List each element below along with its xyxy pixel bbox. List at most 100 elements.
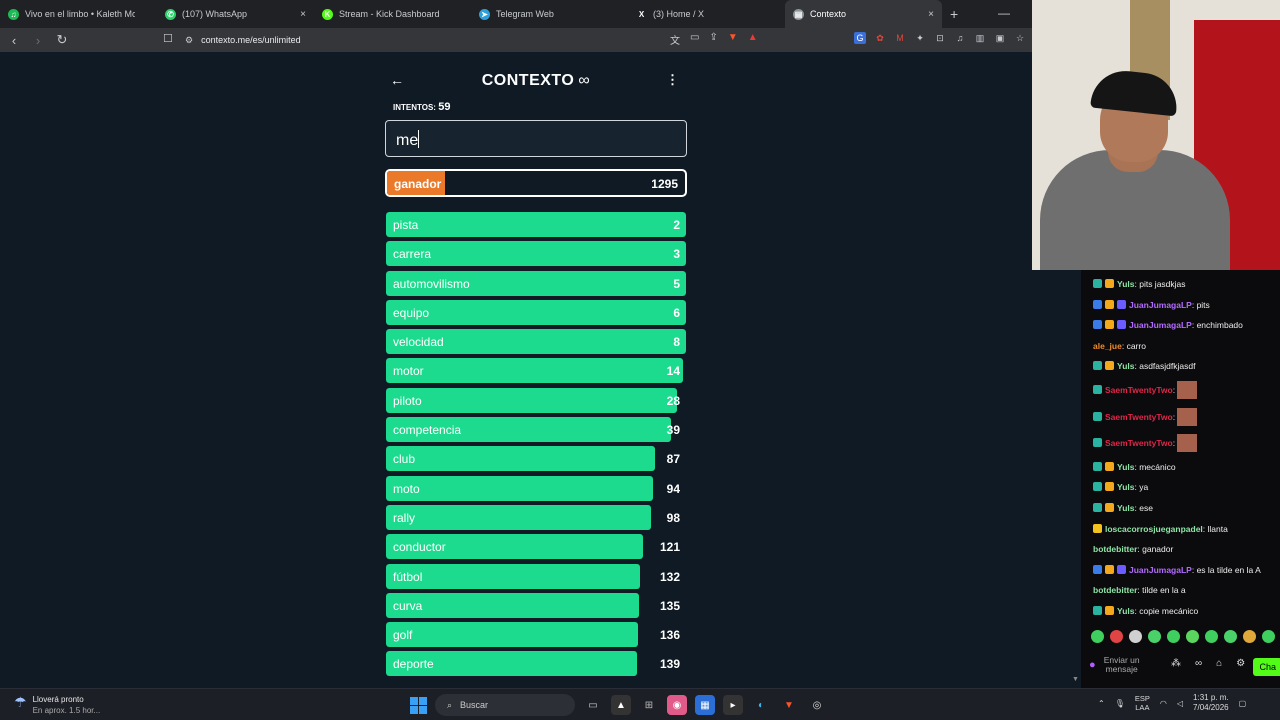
chat-username[interactable]: JuanJumagaLP (1129, 300, 1192, 310)
chat-text: ya (1139, 482, 1149, 493)
user-badge-icon (1093, 411, 1102, 421)
browser-tab[interactable]: ➤ Telegram Web (471, 0, 628, 28)
reload-icon[interactable]: ↻ (52, 32, 72, 48)
emote-icon[interactable] (1129, 630, 1142, 643)
rain-icon: ☂ (14, 694, 27, 710)
color-app-icon[interactable]: ◉ (667, 695, 687, 715)
app-icon[interactable]: ▲ (611, 695, 631, 715)
media-icon[interactable]: ♫ (954, 32, 966, 44)
edge-icon[interactable]: ◐ (751, 695, 771, 715)
chat-username[interactable]: SaemTwentyTwo (1105, 412, 1173, 422)
new-tab-button[interactable]: + (942, 6, 966, 22)
store-icon[interactable]: ▦ (695, 695, 715, 715)
chat-message: Yuls: mecánico (1093, 461, 1275, 473)
site-info-icon[interactable]: ⚙ (185, 35, 193, 46)
x-icon: X (636, 8, 647, 20)
terminal-icon[interactable]: ▸ (723, 695, 743, 715)
user-badge-icon (1105, 564, 1114, 574)
mic-icon[interactable]: ● (1089, 659, 1096, 671)
chat-username[interactable]: Yuls (1117, 279, 1134, 289)
cast-icon[interactable]: ▭ (690, 32, 699, 47)
weather-title: Lloverá pronto (32, 695, 84, 704)
clock[interactable]: 1:31 p. m. 7/04/2026 (1193, 693, 1229, 713)
ext-mm-icon[interactable]: M (894, 32, 906, 44)
chat-input[interactable]: Enviar un mensaje (1104, 656, 1140, 674)
more-options-icon[interactable]: ⋮ (666, 72, 679, 88)
guess-input[interactable]: me (385, 120, 687, 157)
mic-tray-icon[interactable]: 🎙 (1115, 699, 1125, 708)
translate-ext-icon[interactable]: G (854, 32, 866, 44)
close-tab-icon[interactable]: × (300, 9, 306, 20)
chat-username[interactable]: Yuls (1117, 482, 1134, 492)
share-icon[interactable]: ⇪ (709, 32, 717, 47)
browser-tab[interactable]: K Stream - Kick Dashboard (314, 0, 471, 28)
page-icon: ▤ (793, 8, 804, 20)
wifi-icon[interactable]: ◠ (1160, 699, 1167, 708)
chat-username[interactable]: Yuls (1117, 462, 1134, 472)
emote-icon[interactable] (1205, 630, 1218, 643)
chat-username[interactable]: botdebitter (1093, 544, 1137, 554)
language-indicator[interactable]: ESP LAA (1135, 694, 1150, 712)
guess-word: competencia (393, 423, 462, 438)
chat-username[interactable]: SaemTwentyTwo (1105, 385, 1173, 395)
chat-username[interactable]: Yuls (1117, 503, 1134, 513)
users-icon[interactable]: ⁂ (1171, 658, 1181, 669)
chat-username[interactable]: Yuls (1117, 361, 1134, 371)
browser-tab[interactable]: ♫ Vivo en el limbo • Kaleth Morale (0, 0, 157, 28)
chat-button[interactable]: Cha (1253, 658, 1280, 676)
emote-icon[interactable] (1224, 630, 1237, 643)
chat-username[interactable]: JuanJumagaLP (1129, 320, 1192, 330)
sidebar-icon[interactable]: ▥ (974, 32, 986, 44)
taskbar-apps: ⌕ Buscar ▭ ▲ ⊞ ◉ ▦ ▸ ◐ ▼ ◎ (410, 694, 827, 716)
windows-start-icon[interactable] (410, 696, 427, 714)
chat-username[interactable]: JuanJumagaLP (1129, 565, 1192, 575)
brave-icon[interactable]: ▼ (779, 695, 799, 715)
forward-icon[interactable]: › (28, 33, 48, 48)
back-icon[interactable]: ‹ (4, 33, 24, 48)
volume-icon[interactable]: ◁ (1177, 699, 1183, 708)
guess-row: fútbol 132 (386, 563, 686, 589)
kick-icon: K (322, 8, 333, 20)
file-explorer-icon[interactable]: ▭ (583, 695, 603, 715)
emote-icon[interactable] (1091, 630, 1104, 643)
emote-icon[interactable] (1148, 630, 1161, 643)
ext-red-icon[interactable]: ✿ (874, 32, 886, 44)
tab-title: (107) WhatsApp (182, 9, 248, 19)
emote-icon[interactable] (1110, 630, 1123, 643)
settings-icon[interactable]: ⚙ (1236, 658, 1245, 669)
weather-widget[interactable]: ☂ Lloverá pronto En aprox. 1.5 hor... (14, 694, 100, 716)
app-icon[interactable]: ⊞ (639, 695, 659, 715)
chat-username[interactable]: botdebitter (1093, 585, 1137, 595)
tray-chevron-icon[interactable]: ⌃ (1098, 699, 1105, 708)
guess-row: competencia 39 (386, 417, 686, 443)
chat-username[interactable]: loscacorrosjueganpadel (1105, 524, 1203, 534)
close-tab-icon[interactable]: × (928, 9, 934, 20)
brave-rewards-icon[interactable]: ▲ (748, 32, 758, 47)
emote-icon[interactable] (1262, 630, 1275, 643)
browser-tab[interactable]: ✆ (107) WhatsApp × (157, 0, 314, 28)
minimize-icon[interactable]: — (998, 6, 1010, 20)
store-icon[interactable]: ⌂ (1216, 658, 1222, 669)
browser-tab[interactable]: X (3) Home / X (628, 0, 785, 28)
infinity-icon[interactable]: ∞ (1195, 658, 1202, 669)
emote-icon[interactable] (1167, 630, 1180, 643)
notification-icon[interactable]: ▢ (1239, 699, 1247, 708)
brave-shield-icon[interactable]: ▼ (728, 32, 738, 47)
chat-username[interactable]: ale_jue (1093, 341, 1122, 351)
wallet-icon[interactable]: ▣ (994, 32, 1006, 44)
taskbar-search[interactable]: ⌕ Buscar (435, 694, 575, 716)
user-badge-icon (1117, 299, 1126, 309)
translate-icon[interactable]: 文 (670, 32, 680, 47)
chat-username[interactable]: Yuls (1117, 606, 1134, 616)
star-icon[interactable]: ☆ (1014, 32, 1026, 44)
extensions-icon[interactable]: ✦ (914, 32, 926, 44)
scroll-down-icon[interactable]: ▼ (1072, 676, 1079, 683)
emote-icon[interactable] (1186, 630, 1199, 643)
obs-icon[interactable]: ◎ (807, 695, 827, 715)
guess-row: golf 136 (386, 622, 686, 648)
emote-icon[interactable] (1243, 630, 1256, 643)
screenshot-icon[interactable]: ⊡ (934, 32, 946, 44)
browser-tab[interactable]: ▤ Contexto × (785, 0, 942, 28)
chat-username[interactable]: SaemTwentyTwo (1105, 438, 1173, 448)
bookmark-icon[interactable]: ☐ (163, 32, 173, 45)
